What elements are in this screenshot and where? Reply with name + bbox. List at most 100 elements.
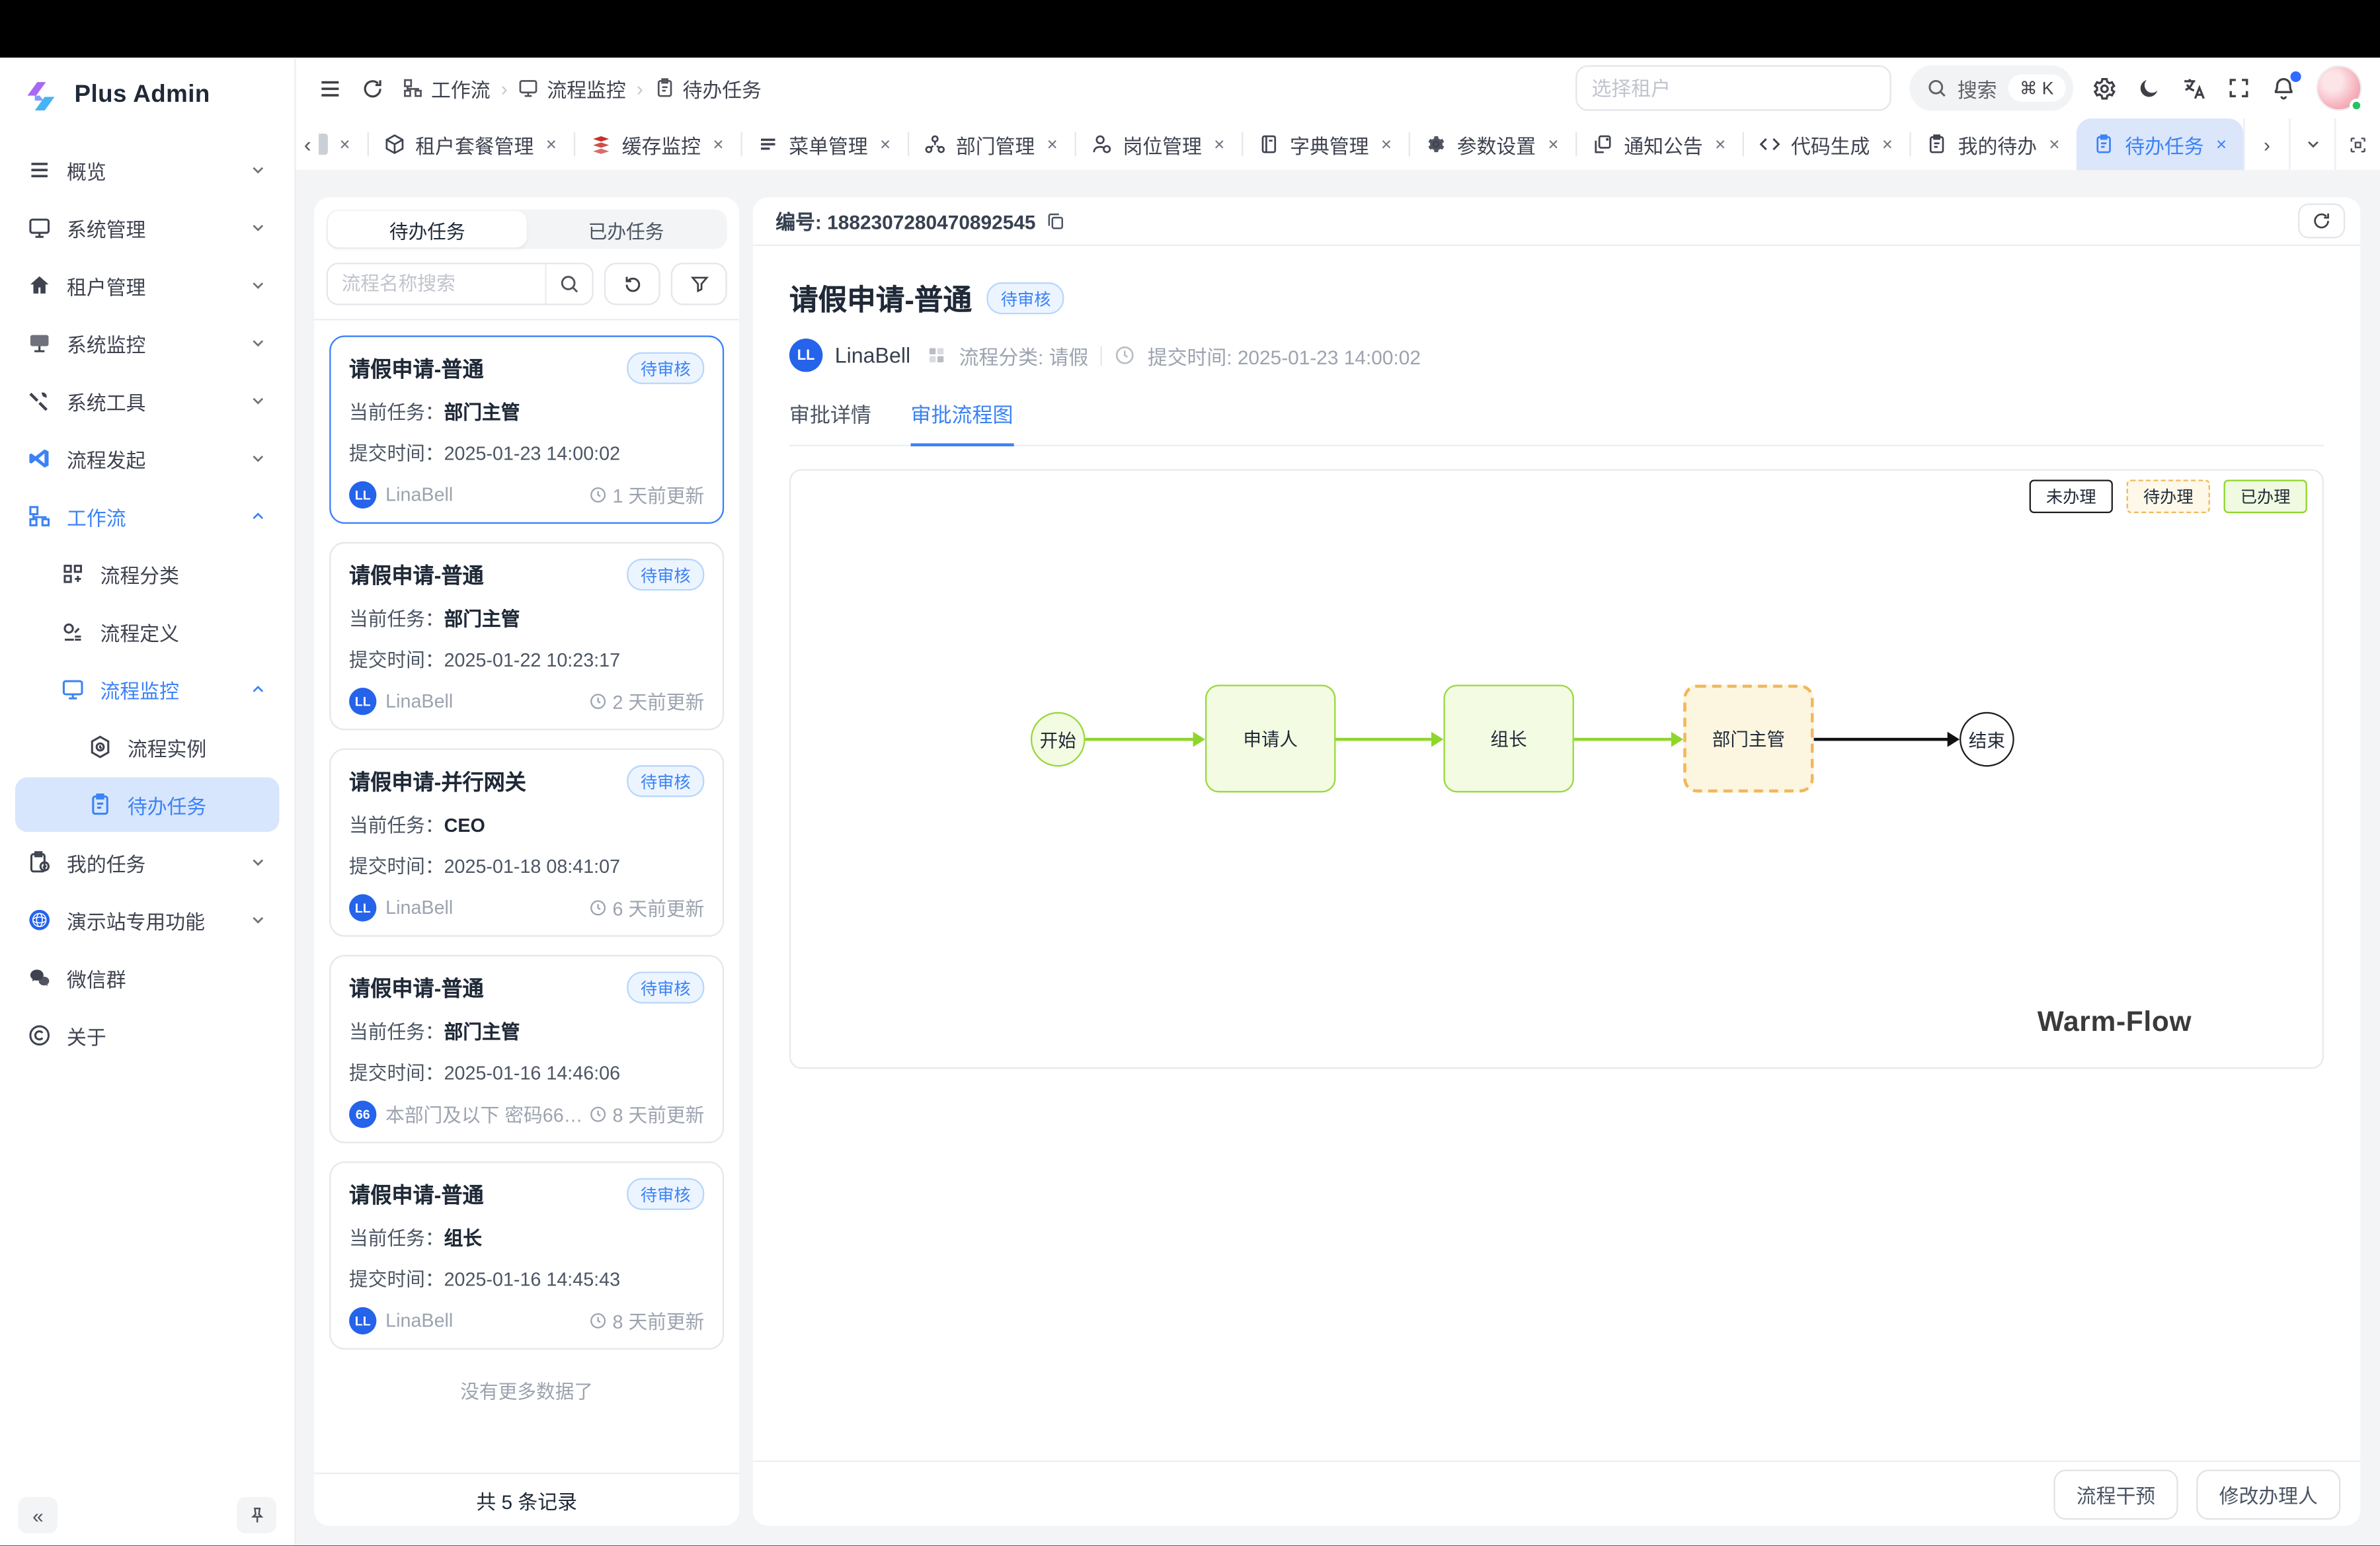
sidebar-item-system-tools[interactable]: 系统工具 — [15, 374, 279, 428]
sidebar-collapse-button[interactable]: « — [19, 1497, 58, 1533]
breadcrumb: 工作流 › 流程监控 › 待办任务 — [402, 73, 762, 102]
global-search-button[interactable]: 搜索 ⌘ K — [1909, 65, 2073, 111]
tenant-select-input[interactable] — [1575, 65, 1891, 111]
flow-node-dept-manager[interactable]: 部门主管 — [1683, 684, 1813, 792]
pin-icon[interactable] — [237, 1497, 276, 1533]
sidebar-item-flow-definition[interactable]: 流程定义 — [15, 604, 279, 659]
task-search-input[interactable] — [328, 264, 545, 304]
avatar: 66 — [349, 1100, 376, 1127]
tab-department-mgmt[interactable]: 部门管理× — [907, 118, 1074, 170]
tab-approval-flowchart[interactable]: 审批流程图 — [911, 398, 1013, 446]
task-card[interactable]: 请假申请-并行网关待审核 当前任务：CEO 提交时间：2025-01-18 08… — [329, 749, 724, 937]
tab-menu-mgmt[interactable]: 菜单管理× — [740, 118, 908, 170]
notification-bell-icon[interactable] — [2271, 75, 2297, 101]
flow-node-start[interactable]: 开始 — [1031, 712, 1086, 767]
task-card-list: 请假申请-普通待审核 当前任务：部门主管 提交时间：2025-01-23 14:… — [314, 320, 739, 1473]
close-icon[interactable]: × — [1715, 134, 1726, 155]
sidebar-item-wechat-group[interactable]: 微信群 — [15, 950, 279, 1005]
sidebar-item-flow-monitor[interactable]: 流程监控 — [15, 662, 279, 717]
main-content: 待办任务 已办任务 — [296, 170, 2380, 1545]
flow-arrow — [1814, 738, 1949, 741]
close-icon[interactable]: × — [1548, 134, 1559, 155]
flow-node-team-leader[interactable]: 组长 — [1443, 684, 1573, 792]
sidebar-item-flow-instance[interactable]: 流程实例 — [15, 719, 279, 774]
gear-icon[interactable] — [2092, 75, 2118, 101]
close-icon[interactable]: × — [1381, 134, 1392, 155]
search-icon — [1926, 77, 1947, 99]
app-logo[interactable]: Plus Admin — [0, 58, 294, 134]
close-icon[interactable]: × — [1214, 134, 1224, 155]
copy-icon[interactable] — [1047, 211, 1066, 231]
tabs-scroll-right-icon[interactable]: › — [2243, 118, 2289, 170]
task-card[interactable]: 请假申请-普通待审核 当前任务：部门主管 提交时间：2025-01-23 14:… — [329, 335, 724, 524]
tab-cache-monitor[interactable]: 缓存监控× — [573, 118, 740, 170]
tabs-scroll-left-icon[interactable]: ‹ — [296, 118, 319, 170]
tab-my-todo[interactable]: 我的待办× — [1909, 118, 2077, 170]
close-icon[interactable]: × — [713, 134, 723, 155]
tab-code-gen[interactable]: 代码生成× — [1743, 118, 1910, 170]
breadcrumb-separator: › — [637, 77, 643, 99]
tab-todo-tasks[interactable]: 待办任务× — [2077, 118, 2244, 170]
process-title: 请假申请-普通 — [789, 278, 972, 319]
detail-tabs: 审批详情 审批流程图 — [789, 398, 2324, 446]
tab-notice[interactable]: 通知公告× — [1575, 118, 1743, 170]
tab-done[interactable]: 已办任务 — [527, 211, 726, 247]
tab-partial[interactable]: × — [319, 118, 367, 170]
flow-node-end[interactable]: 结束 — [1960, 712, 2014, 767]
close-icon[interactable]: × — [2216, 134, 2227, 155]
sidebar-item-overview[interactable]: 概览 — [15, 143, 279, 198]
flowchart-canvas[interactable]: 未办理 待办理 已办理 开始 申请人 组长 部门主管 — [789, 469, 2324, 1069]
sidebar-item-my-tasks[interactable]: 我的任务 — [15, 835, 279, 890]
hamburger-icon[interactable] — [317, 75, 343, 101]
language-translate-icon[interactable] — [2181, 75, 2207, 101]
sidebar-item-tenant-mgmt[interactable]: 租户管理 — [15, 258, 279, 313]
clipboard-icon — [2093, 134, 2114, 155]
task-card[interactable]: 请假申请-普通待审核 当前任务：部门主管 提交时间：2025-01-22 10:… — [329, 542, 724, 731]
task-card[interactable]: 请假申请-普通待审核 当前任务：组长 提交时间：2025-01-16 14:45… — [329, 1161, 724, 1350]
dark-mode-moon-icon[interactable] — [2137, 76, 2162, 101]
close-icon[interactable]: × — [546, 134, 557, 155]
tab-todo[interactable]: 待办任务 — [328, 211, 527, 247]
close-icon[interactable]: × — [1047, 134, 1058, 155]
process-category: 流程分类: 请假 — [959, 341, 1089, 370]
close-icon[interactable]: × — [880, 134, 891, 155]
sidebar: Plus Admin 概览 系统管理 租户管理 — [0, 58, 296, 1545]
sidebar-item-workflow[interactable]: 工作流 — [15, 489, 279, 544]
menu-lines-icon — [757, 134, 778, 155]
tab-post-mgmt[interactable]: 岗位管理× — [1074, 118, 1242, 170]
sidebar-item-todo-tasks[interactable]: 待办任务 — [15, 778, 279, 833]
search-icon[interactable] — [545, 264, 592, 304]
fullscreen-icon[interactable] — [2227, 76, 2251, 101]
close-icon[interactable]: × — [1882, 134, 1893, 155]
breadcrumb-flow-monitor[interactable]: 流程监控 — [518, 73, 626, 102]
sidebar-item-flow-category[interactable]: 流程分类 — [15, 547, 279, 602]
task-card[interactable]: 请假申请-普通待审核 当前任务：部门主管 提交时间：2025-01-16 14:… — [329, 955, 724, 1143]
tabs-dropdown-icon[interactable] — [2289, 118, 2334, 170]
tab-tenant-package[interactable]: 租户套餐管理× — [367, 118, 573, 170]
sidebar-item-flow-launch[interactable]: 流程发起 — [15, 431, 279, 486]
sidebar-item-about[interactable]: 关于 — [15, 1008, 279, 1063]
process-intervene-button[interactable]: 流程干预 — [2053, 1469, 2178, 1519]
department-icon — [924, 134, 945, 155]
sidebar-item-demo-features[interactable]: 演示站专用功能 — [15, 893, 279, 948]
filter-icon[interactable] — [671, 263, 727, 305]
breadcrumb-workflow[interactable]: 工作流 — [402, 73, 490, 102]
reset-icon[interactable] — [604, 263, 660, 305]
close-icon[interactable]: × — [2049, 134, 2059, 155]
tab-approval-detail[interactable]: 审批详情 — [789, 398, 871, 445]
clock-icon — [588, 898, 607, 916]
flow-node-applicant[interactable]: 申请人 — [1205, 684, 1335, 792]
tab-param-settings[interactable]: 参数设置× — [1408, 118, 1575, 170]
refresh-icon[interactable] — [2298, 204, 2345, 239]
tab-dict-mgmt[interactable]: 字典管理× — [1242, 118, 1409, 170]
tabs-maximize-icon[interactable] — [2334, 118, 2380, 170]
sidebar-item-system-monitor[interactable]: 系统监控 — [15, 316, 279, 371]
process-id: 编号: 1882307280470892545 — [775, 206, 1035, 235]
change-assignee-button[interactable]: 修改办理人 — [2196, 1469, 2340, 1519]
breadcrumb-todo-tasks[interactable]: 待办任务 — [654, 73, 762, 102]
user-avatar[interactable] — [2317, 65, 2362, 111]
status-badge: 待审核 — [987, 282, 1064, 314]
close-icon[interactable]: × — [339, 134, 350, 155]
sidebar-item-system-mgmt[interactable]: 系统管理 — [15, 200, 279, 255]
refresh-icon[interactable] — [361, 77, 383, 99]
